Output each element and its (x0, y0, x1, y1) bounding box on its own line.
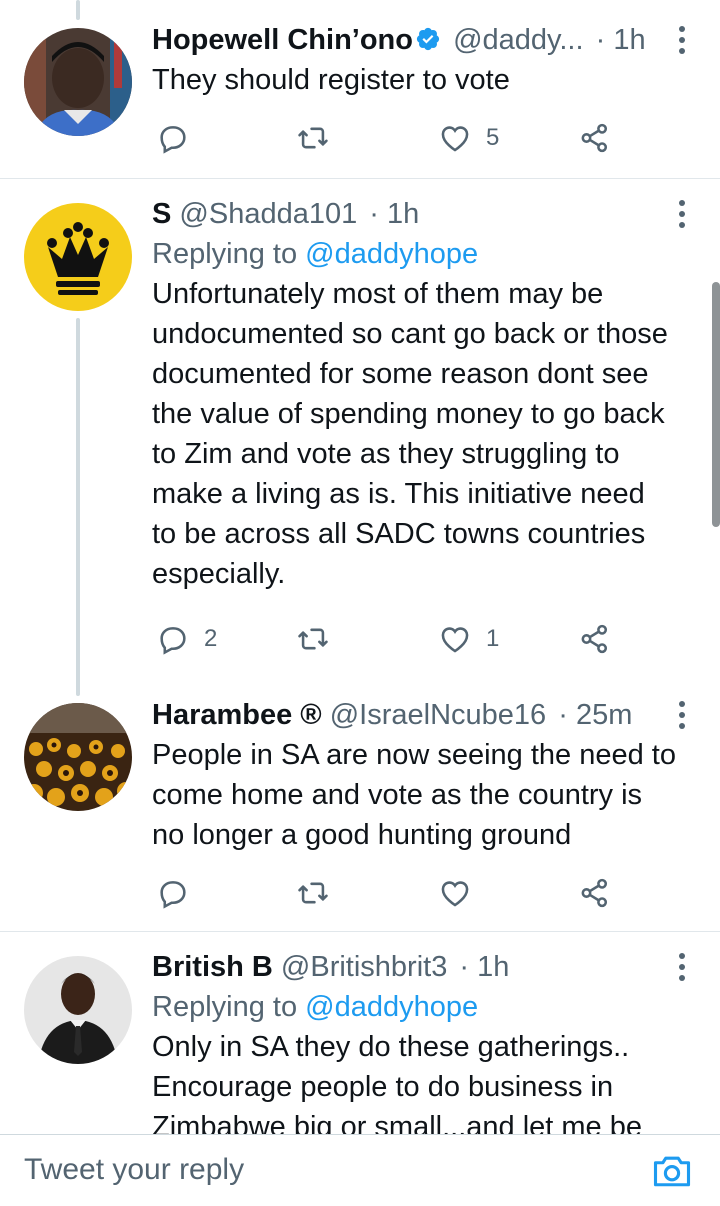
timestamp[interactable]: · 1h (596, 24, 646, 56)
tweet-text-line: to be across all SADC towns countries (152, 518, 646, 550)
tweet-text-line: no longer a good hunting ground (152, 819, 572, 851)
share-icon (581, 878, 608, 908)
like-count: 1 (486, 625, 500, 652)
tweet-text-line: make a living as is. This initiative nee… (152, 478, 645, 510)
replying-to: Replying to @daddyhope (152, 987, 684, 1027)
user-handle[interactable]: @Britishbrit3 (281, 951, 447, 983)
share-button[interactable] (578, 118, 612, 158)
tweet-header: S @Shadda101 · 1h (152, 194, 684, 234)
tweet-text-line: Encourage people to do business in (152, 1071, 614, 1103)
like-button[interactable]: 1 (438, 619, 499, 659)
user-handle[interactable]: @daddy... (453, 24, 583, 56)
more-icon[interactable] (672, 194, 692, 234)
retweet-button[interactable] (296, 118, 330, 158)
like-button[interactable]: 5 (438, 118, 499, 158)
retweet-button[interactable] (296, 873, 330, 913)
avatar-hopewell-image (24, 28, 132, 136)
tweet-text: Only in SA they do these gatherings.. En… (152, 1027, 684, 1134)
tweet-actions: 5 (152, 118, 632, 158)
reply-button[interactable] (156, 118, 204, 158)
display-name[interactable]: S (152, 198, 171, 230)
display-name[interactable]: Harambee ® (152, 699, 322, 731)
tweet-text: People in SA are now seeing the need to … (152, 735, 684, 855)
tweet-text-line: undocumented so cant go back or those (152, 318, 668, 350)
tweet-shadda[interactable]: S @Shadda101 · 1h Replying to @daddyhope… (0, 179, 720, 685)
avatar-shadda-image (24, 203, 132, 311)
tweet-header: Hopewell Chin’ono @daddy... · 1h (152, 20, 684, 60)
retweet-icon (298, 882, 328, 904)
tweet-text: Unfortunately most of them may be undocu… (152, 274, 684, 594)
avatar-harambee-image (24, 703, 132, 811)
tweet-header: Harambee ® @IsraelNcube16 · 25m (152, 695, 684, 735)
tweet-text-line: especially. (152, 558, 286, 590)
timestamp[interactable]: · 25m (558, 699, 632, 731)
replying-handle-link[interactable]: @daddyhope (305, 991, 478, 1023)
tweet-text-line: to Zim and vote as they struggling to (152, 438, 620, 470)
tweet-text-line: Zimbabwe big or small...and let me be (152, 1111, 642, 1134)
replying-label: Replying to (152, 991, 298, 1023)
scrollbar[interactable] (712, 282, 720, 527)
share-icon (581, 624, 608, 654)
tweet-text-line: the value of spending money to go back (152, 398, 665, 430)
reply-button[interactable] (156, 873, 204, 913)
reply-icon (160, 126, 186, 154)
more-icon[interactable] (672, 695, 692, 735)
reply-composer[interactable]: Tweet your reply (0, 1134, 720, 1206)
more-icon[interactable] (672, 20, 692, 60)
tweet-hopewell[interactable]: Hopewell Chin’ono @daddy... · 1h They sh… (0, 0, 720, 178)
tweet-actions: 2 1 (152, 619, 632, 659)
avatar-british-b[interactable] (24, 956, 132, 1064)
replying-to: Replying to @daddyhope (152, 234, 684, 274)
camera-icon[interactable] (650, 1149, 694, 1193)
replying-handle-link[interactable]: @daddyhope (305, 238, 478, 270)
avatar-british-b-image (24, 956, 132, 1064)
reply-input-placeholder[interactable]: Tweet your reply (24, 1153, 244, 1187)
share-button[interactable] (578, 619, 612, 659)
avatar-hopewell[interactable] (24, 28, 132, 136)
retweet-icon (298, 628, 328, 650)
tweet-text-line: People in SA are now seeing the need to (152, 739, 676, 771)
timestamp[interactable]: · 1h (369, 198, 419, 230)
user-handle[interactable]: @Shadda101 (179, 198, 357, 230)
avatar-harambee[interactable] (24, 703, 132, 811)
like-icon (441, 881, 469, 907)
tweet-text-line: come home and vote as the country is (152, 779, 643, 811)
tweet-text-line: Unfortunately most of them may be (152, 278, 604, 310)
verified-icon (415, 23, 441, 51)
tweet-actions (152, 873, 632, 913)
user-handle[interactable]: @IsraelNcube16 (330, 699, 546, 731)
retweet-button[interactable] (296, 619, 330, 659)
tweet-text: They should register to vote (152, 64, 510, 96)
like-icon (441, 627, 469, 653)
avatar-shadda[interactable] (24, 203, 132, 311)
display-name[interactable]: Hopewell Chin’ono (152, 24, 413, 56)
reply-count: 2 (204, 625, 218, 652)
tweet-header: British B @Britishbrit3 · 1h (152, 947, 684, 987)
share-button[interactable] (578, 873, 612, 913)
tweet-harambee[interactable]: Harambee ® @IsraelNcube16 · 25m People i… (0, 685, 720, 931)
retweet-icon (298, 127, 328, 149)
more-icon[interactable] (672, 947, 692, 987)
display-name[interactable]: British B (152, 951, 273, 983)
reply-button[interactable]: 2 (156, 619, 217, 659)
tweet-text-line: documented for some reason dont see (152, 358, 649, 390)
share-icon (581, 123, 608, 153)
like-icon (441, 126, 469, 152)
like-button[interactable] (438, 873, 486, 913)
replying-label: Replying to (152, 238, 298, 270)
tweet-text-line: Only in SA they do these gatherings.. (152, 1031, 630, 1063)
like-count: 5 (486, 124, 500, 151)
reply-icon (160, 627, 186, 655)
tweet-british-b[interactable]: British B @Britishbrit3 · 1h Replying to… (0, 932, 720, 1134)
timestamp[interactable]: · 1h (459, 951, 509, 983)
reply-icon (160, 881, 186, 909)
